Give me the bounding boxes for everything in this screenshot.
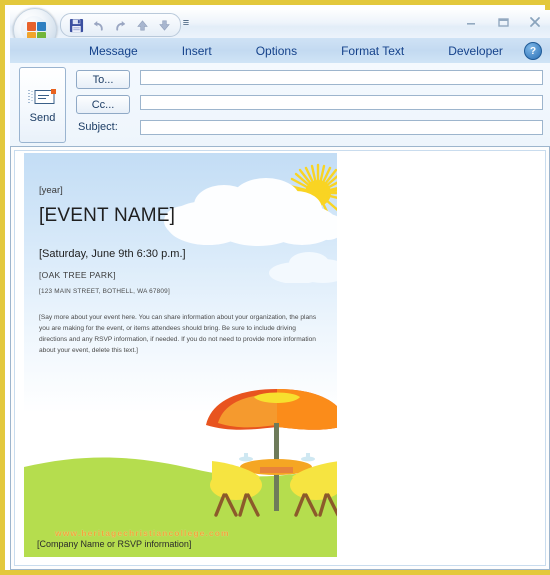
subject-label: Subject: (78, 121, 118, 133)
cc-button[interactable]: Cc... (76, 95, 130, 114)
to-row: To... (76, 70, 130, 89)
minimize-button[interactable] (460, 13, 482, 31)
compose-header: Send To... Cc... Subject: (10, 63, 550, 147)
save-icon[interactable] (67, 16, 86, 34)
tab-insert[interactable]: Insert (160, 44, 234, 58)
restore-button[interactable] (492, 13, 514, 31)
previous-item-icon[interactable] (133, 16, 152, 34)
cloud-icon-large (162, 177, 337, 249)
flyer-event-name: [EVENT NAME] (39, 205, 176, 226)
outlook-compose-window: ≡ Message Insert Options Format Text Dev… (0, 0, 550, 575)
flyer-footer: www.heritagechristiancollege.com [Compan… (37, 528, 327, 549)
flyer-body-text: [Say more about your event here. You can… (39, 314, 317, 354)
cc-row: Cc... (76, 95, 130, 114)
cc-input[interactable] (140, 95, 543, 110)
subject-input[interactable] (140, 120, 543, 135)
flyer-venue: [OAK TREE PARK] (39, 270, 116, 280)
quick-access-toolbar (60, 13, 181, 37)
to-input[interactable] (140, 70, 543, 85)
help-icon[interactable]: ? (524, 42, 542, 60)
flyer-company-rsvp: [Company Name or RSVP information] (37, 539, 192, 549)
close-button[interactable] (524, 13, 546, 31)
tab-options[interactable]: Options (234, 44, 319, 58)
flyer-address: [123 MAIN STREET, BOTHELL, WA 67809] (39, 288, 170, 295)
send-button[interactable]: Send (19, 67, 66, 143)
tab-format-text[interactable]: Format Text (319, 44, 426, 58)
send-button-label: Send (29, 111, 56, 124)
office-logo-square-orange (27, 22, 36, 31)
next-item-icon[interactable] (155, 16, 174, 34)
tab-message[interactable]: Message (67, 44, 160, 58)
tab-developer[interactable]: Developer (426, 44, 525, 58)
cloud-icon-small (267, 249, 337, 284)
customize-quick-access-toolbar-icon[interactable]: ≡ (178, 14, 194, 32)
umbrella-table-graphic (202, 389, 337, 517)
subject-row: Subject: (76, 121, 130, 133)
undo-icon[interactable] (89, 16, 108, 34)
redo-icon[interactable] (111, 16, 130, 34)
to-button[interactable]: To... (76, 70, 130, 89)
send-envelope-icon (27, 87, 58, 109)
message-body-canvas[interactable]: [year] [EVENT NAME] [Saturday, June 9th … (14, 150, 546, 566)
title-bar: ≡ (10, 8, 550, 52)
message-body-area[interactable]: [year] [EVENT NAME] [Saturday, June 9th … (10, 146, 550, 570)
ribbon-tab-strip: Message Insert Options Format Text Devel… (10, 38, 550, 64)
office-logo-square-blue (37, 22, 46, 31)
ribbon-tabs: Message Insert Options Format Text Devel… (67, 38, 525, 63)
flyer-year: [year] (39, 185, 63, 196)
watermark-text: www.heritagechristiancollege.com (55, 528, 230, 538)
event-flyer: [year] [EVENT NAME] [Saturday, June 9th … (24, 153, 337, 557)
flyer-date: [Saturday, June 9th 6:30 p.m.] (39, 248, 186, 260)
window-controls (460, 13, 546, 31)
